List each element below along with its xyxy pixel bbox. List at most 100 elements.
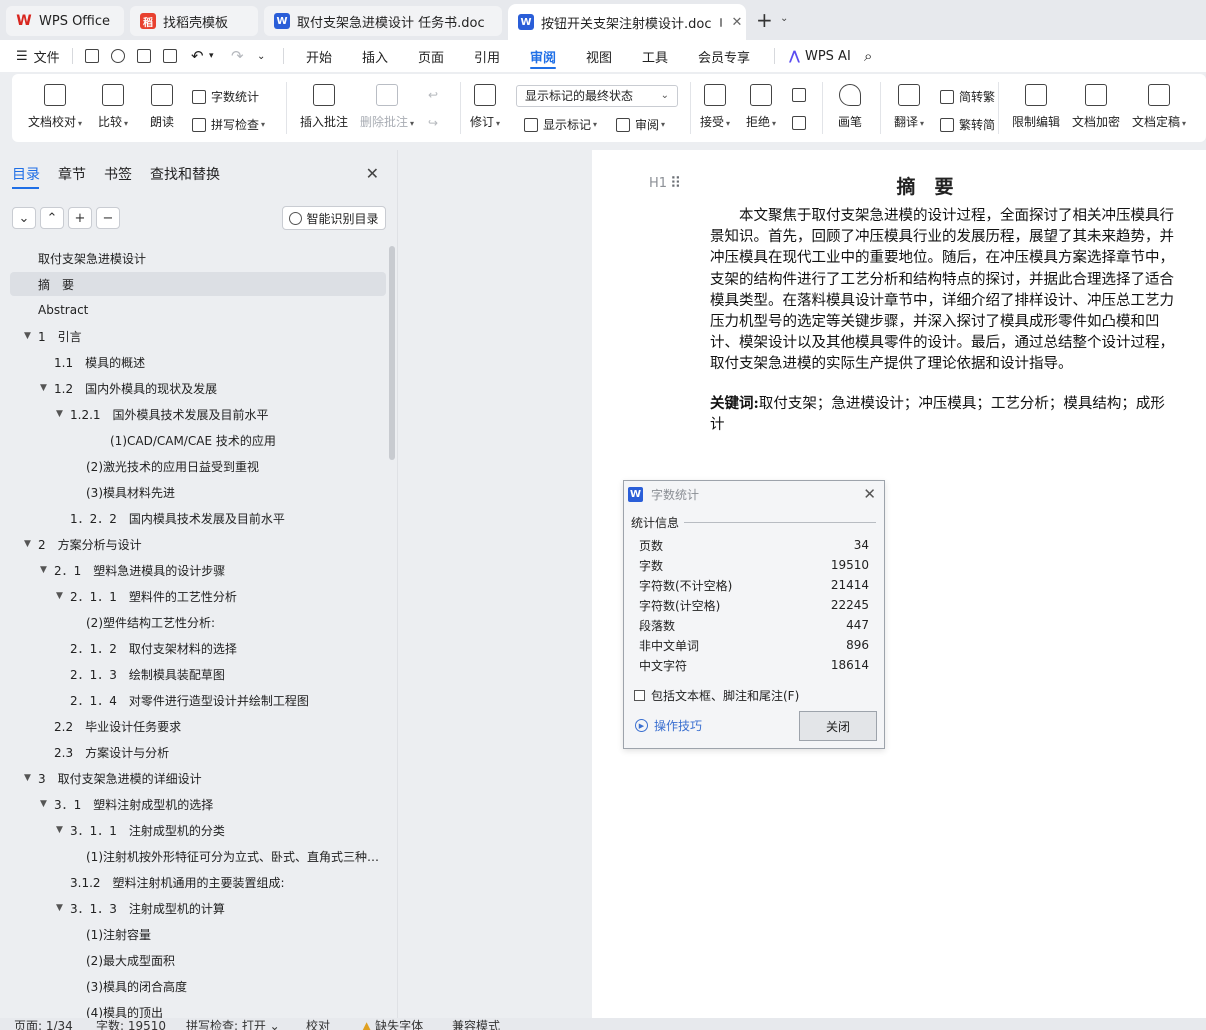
toc-collapse-icon[interactable]: ▼ [40,565,47,575]
spell-check-button[interactable]: 拼写检查 ▾ [192,116,265,133]
toc-collapse-icon[interactable]: ▼ [24,773,31,783]
toc-collapse-icon[interactable]: ▼ [56,903,63,913]
spell-check-status[interactable]: 拼写检查: 打开 ⌄ [186,1019,280,1030]
toc-collapse-icon[interactable]: ▼ [40,799,47,809]
markup-state-select[interactable]: 显示标记的最终状态 ⌄ [516,85,678,107]
accept-button[interactable]: 接受 ▾ [700,84,730,130]
toc-item[interactable]: 2．1．3 绘制模具装配草图 [10,662,386,686]
toc-item[interactable]: 2．1．2 取付支架材料的选择 [10,636,386,660]
menu-insert[interactable]: 插入 [362,40,388,72]
menu-references[interactable]: 引用 [474,40,500,72]
next-comment-icon[interactable]: ↪ [428,116,438,130]
remove-heading-button[interactable]: − [96,207,120,229]
include-textbox-checkbox[interactable]: 包括文本框、脚注和尾注(F) [634,687,799,704]
undo-dropdown-icon[interactable]: ▾ [209,40,214,72]
expand-all-button[interactable]: ⌄ [12,207,36,229]
toc-collapse-icon[interactable]: ▼ [56,409,63,419]
tab-bookmarks[interactable]: 书签 [104,164,132,184]
tab-sections[interactable]: 章节 [58,164,86,184]
previous-comment-icon[interactable]: ↩ [428,88,438,102]
next-change-icon[interactable] [792,116,806,130]
toc-item[interactable]: 摘 要 [10,272,386,296]
encrypt-button[interactable]: 文档加密 [1072,84,1120,130]
chevron-down-icon[interactable]: ⌄ [780,13,788,24]
toc-item[interactable]: 2.2 毕业设计任务要求 [10,714,386,738]
monitor-icon[interactable] [719,17,722,27]
menu-review[interactable]: 审阅 [530,40,557,72]
toc-item[interactable]: Abstract [10,298,386,322]
toc-item[interactable]: ▼ 2．1．1 塑料件的工艺性分析 [10,584,386,608]
toc-collapse-icon[interactable]: ▼ [56,591,63,601]
delete-comment-button[interactable]: 删除批注 ▾ [360,84,414,130]
wps-ai-button[interactable]: ⋀ WPS AI [789,40,851,72]
new-tab-icon[interactable]: + [756,10,773,30]
read-aloud-button[interactable]: 朗读 [150,84,174,130]
toc-item[interactable]: 1.1 模具的概述 [10,350,386,374]
tab-docer-templates[interactable]: 稻 找稻壳模板 [130,6,258,36]
pen-button[interactable]: 画笔 [838,84,862,130]
tips-link[interactable]: ▶ 操作技巧 [635,717,702,734]
word-count-button[interactable]: 字数统计 [192,88,259,105]
print-preview-icon[interactable] [163,49,177,63]
more-chevron-icon[interactable]: ⌄ [257,40,265,72]
previous-change-icon[interactable] [792,88,806,102]
toc-item[interactable]: ▼ 3 取付支架急进模的详细设计 [10,766,386,790]
toc-item[interactable]: (2)塑件结构工艺性分析: [10,610,386,634]
translate-button[interactable]: 翻译 ▾ [894,84,924,130]
tab-find-replace[interactable]: 查找和替换 [150,164,220,184]
toc-item[interactable]: 3.1.2 塑料注射机通用的主要装置组成: [10,870,386,894]
revise-button[interactable]: 修订 ▾ [470,84,500,130]
print-icon[interactable] [137,49,151,63]
menu-home[interactable]: 开始 [306,40,332,72]
reject-button[interactable]: 拒绝 ▾ [746,84,776,130]
toc-item[interactable]: (1)CAD/CAM/CAE 技术的应用 [10,428,386,452]
page-indicator[interactable]: 页面: 1/34 [14,1019,73,1030]
proofread-button[interactable]: 文档校对 ▾ [28,84,82,130]
menu-tools[interactable]: 工具 [642,40,668,72]
file-menu[interactable]: ☰ 文件 [16,40,60,72]
compare-button[interactable]: 比较 ▾ [98,84,128,130]
toc-collapse-icon[interactable]: ▼ [24,331,31,341]
close-icon[interactable]: ✕ [863,485,876,503]
toc-item[interactable]: (2)最大成型面积 [10,948,386,972]
finalize-button[interactable]: 文档定稿 ▾ [1132,84,1186,130]
close-pane-icon[interactable]: ✕ [366,164,379,183]
smart-toc-button[interactable]: 智能识别目录 [282,206,386,230]
proofread-status[interactable]: 校对 [306,1019,330,1030]
toc-item[interactable]: ▼ 1.2 国内外模具的现状及发展 [10,376,386,400]
show-markup-button[interactable]: 显示标记 ▾ [524,116,597,133]
to-simplified-button[interactable]: 繁转简 [940,116,995,133]
toc-collapse-icon[interactable]: ▼ [24,539,31,549]
toc-item[interactable]: ▼ 2．1 塑料急进模具的设计步骤 [10,558,386,582]
redo-icon[interactable]: ↷ [231,40,244,72]
drag-handle-icon[interactable]: ⠿ [670,174,681,192]
checkbox-box[interactable] [634,690,645,701]
tab-toc[interactable]: 目录 [12,164,40,184]
toc-collapse-icon[interactable]: ▼ [56,825,63,835]
toc-item[interactable]: (1)注射容量 [10,922,386,946]
word-count-status[interactable]: 字数: 19510 [96,1019,166,1030]
to-traditional-button[interactable]: 简转繁 [940,88,995,105]
toc-item[interactable]: ▼ 2 方案分析与设计 [10,532,386,556]
search-icon[interactable]: ⌕ [864,40,872,72]
toc-item[interactable]: ▼ 3．1．1 注射成型机的分类 [10,818,386,842]
toc-collapse-icon[interactable]: ▼ [40,383,47,393]
review-pane-button[interactable]: 审阅 ▾ [616,116,665,133]
toc-item[interactable]: 2．1．4 对零件进行造型设计并绘制工程图 [10,688,386,712]
toc-item[interactable]: (2)激光技术的应用日益受到重视 [10,454,386,478]
close-tab-icon[interactable]: ✕ [732,15,743,30]
save-icon[interactable] [85,49,99,63]
toc-item[interactable]: ▼ 3．1．3 注射成型机的计算 [10,896,386,920]
tab-active-doc[interactable]: W 按钮开关支架注射模设计.doc ✕ [508,4,746,40]
toc-item[interactable]: 取付支架急进模设计 [10,246,386,270]
toc-item[interactable]: 2.3 方案设计与分析 [10,740,386,764]
insert-comment-button[interactable]: 插入批注 [300,84,348,130]
menu-member[interactable]: 会员专享 [698,40,750,72]
missing-font-status[interactable]: ▲ 缺失字体 [362,1019,423,1030]
menu-page[interactable]: 页面 [418,40,444,72]
scrollbar[interactable] [389,246,395,460]
toc-item[interactable]: (1)注射机按外形特征可分为立式、卧式、直角式三种… [10,844,386,868]
collapse-all-button[interactable]: ⌃ [40,207,64,229]
undo-icon[interactable]: ↶ [191,40,204,72]
share-icon[interactable] [111,49,125,63]
